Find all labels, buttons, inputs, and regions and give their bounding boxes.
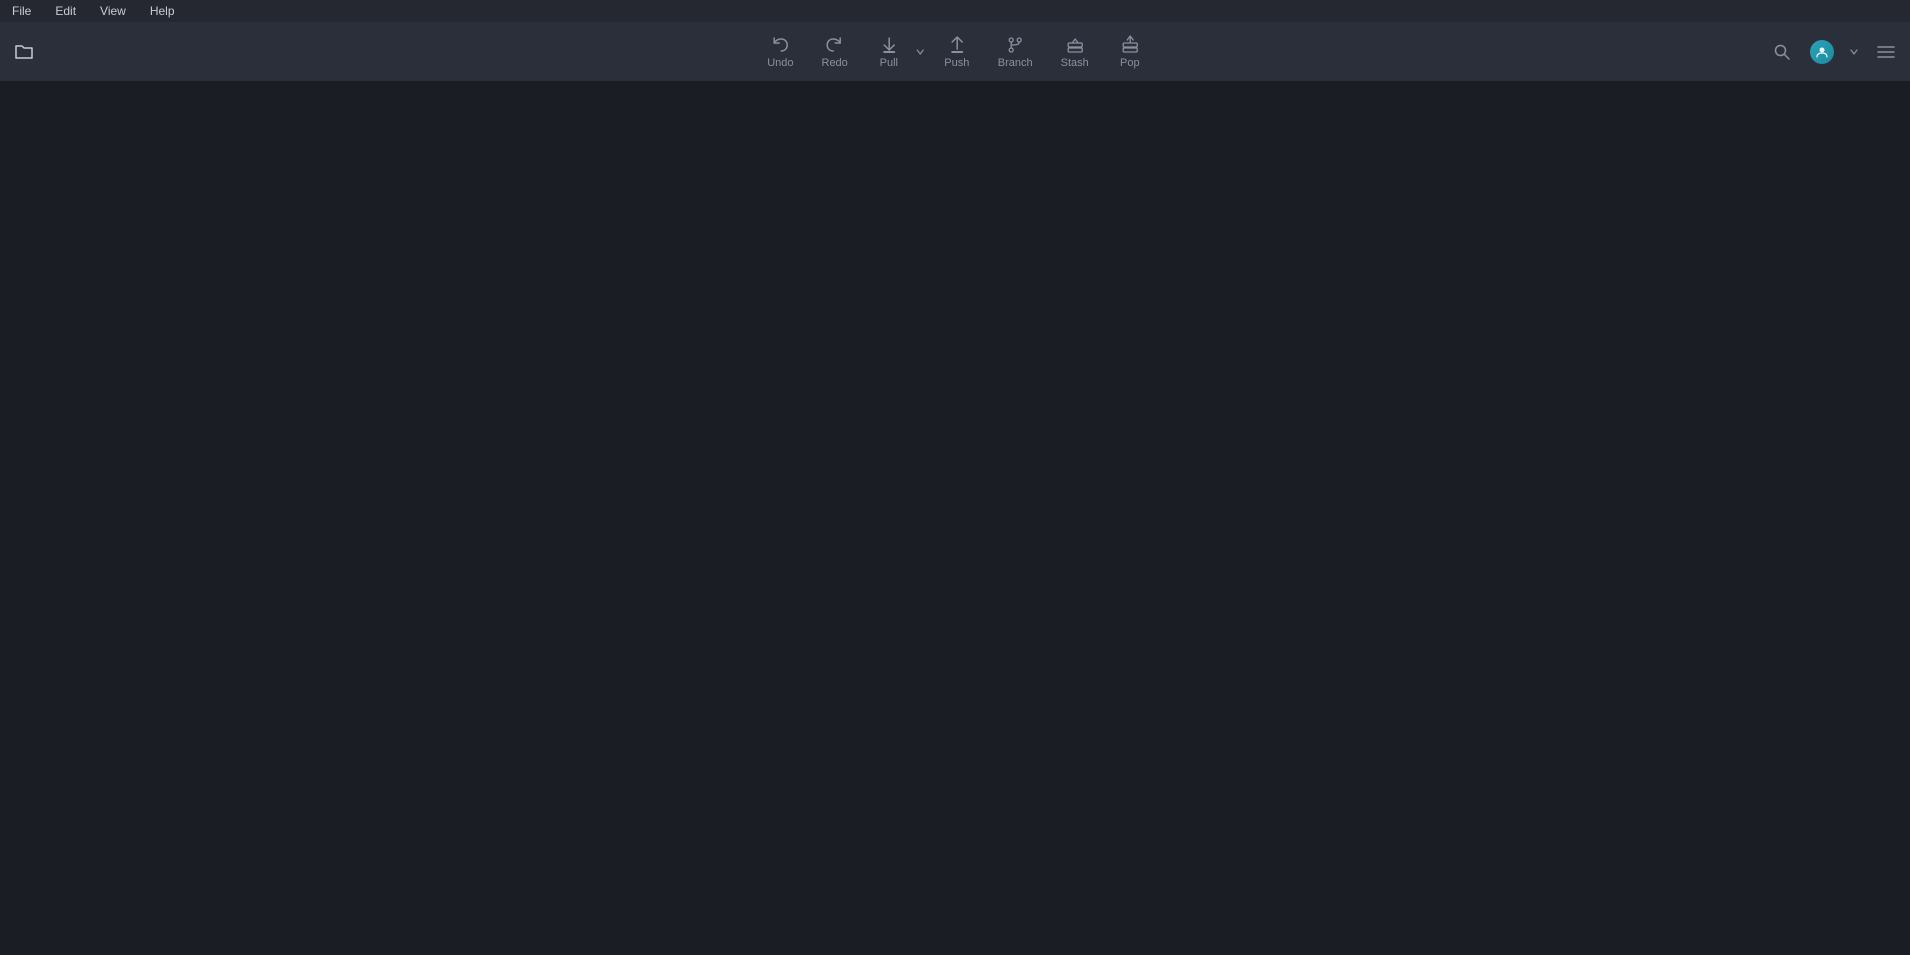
user-dropdown-button[interactable]: [1846, 36, 1862, 68]
toolbar: Undo Redo Pull: [0, 22, 1910, 82]
branch-label: Branch: [998, 57, 1033, 69]
push-label: Push: [944, 57, 969, 69]
menu-file[interactable]: File: [8, 2, 35, 20]
open-folder-button[interactable]: [8, 36, 40, 68]
stash-label: Stash: [1061, 57, 1089, 69]
branch-button[interactable]: Branch: [986, 31, 1045, 73]
pull-button[interactable]: Pull: [864, 31, 914, 73]
pop-button[interactable]: Pop: [1105, 31, 1155, 73]
undo-label: Undo: [767, 57, 793, 69]
toolbar-center: Undo Redo Pull: [755, 31, 1155, 73]
menu-help[interactable]: Help: [146, 2, 179, 20]
pop-label: Pop: [1120, 57, 1140, 69]
menu-view[interactable]: View: [96, 2, 130, 20]
user-avatar-button[interactable]: [1806, 36, 1838, 68]
toolbar-right: [1766, 36, 1902, 68]
pull-group: Pull: [864, 31, 928, 73]
redo-button[interactable]: Redo: [810, 31, 860, 73]
toolbar-left: [8, 36, 48, 68]
menu-edit[interactable]: Edit: [51, 2, 80, 20]
stash-button[interactable]: Stash: [1049, 31, 1101, 73]
undo-button[interactable]: Undo: [755, 31, 805, 73]
push-button[interactable]: Push: [932, 31, 982, 73]
menu-bar: File Edit View Help: [0, 0, 1910, 22]
search-button[interactable]: [1766, 36, 1798, 68]
redo-label: Redo: [822, 57, 848, 69]
hamburger-menu-button[interactable]: [1870, 36, 1902, 68]
pull-label: Pull: [880, 57, 898, 69]
pull-dropdown-button[interactable]: [912, 44, 928, 60]
user-avatar: [1810, 40, 1834, 64]
main-content: [0, 82, 1910, 955]
